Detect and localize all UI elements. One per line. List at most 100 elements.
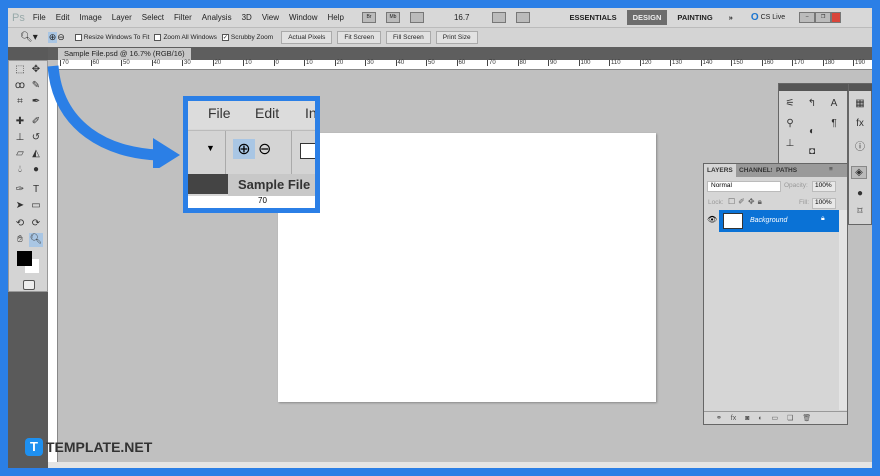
ruler-tick-label: 190 [853,60,866,66]
menu-filter[interactable]: Filter [174,13,192,22]
menu-help[interactable]: Help [327,13,343,22]
bridge-button[interactable]: Br [361,12,376,23]
ruler-tick-label: 60 [456,60,466,66]
workspace-design[interactable]: DESIGN [626,10,668,25]
zoom-tool-preset-icon[interactable]: 🔍︎▾ [20,32,38,43]
blur-tool-icon[interactable]: 💧︎ [13,163,27,177]
pen-tool-icon[interactable]: ✑ [13,183,27,197]
callout-menu-image: In [305,105,317,121]
minimize-button[interactable]: – [799,12,816,23]
foreground-color-overlay [17,251,32,266]
menu-select[interactable]: Select [142,13,164,22]
layer-row[interactable]: 👁︎ Background 🔒︎ [704,210,839,232]
actual-pixels-button[interactable]: Actual Pixels [281,31,333,44]
tab-channels[interactable]: CHANNELS [739,167,772,174]
blend-mode-select[interactable]: Normal [707,181,781,192]
ruler-tick-label: 90 [548,60,557,66]
zoom-out-icon[interactable]: ⊖ [57,32,65,43]
opacity-label: Opacity: [784,182,808,189]
more-workspaces-button[interactable]: » [723,10,739,25]
fill-label: Fill: [799,199,810,206]
hand-tool-icon[interactable]: ✋︎ [13,233,27,247]
shape-tool-icon[interactable]: ▭ [29,199,43,213]
panel-menu-icon[interactable]: ≡ [829,166,833,173]
callout-menu-file: File [208,105,231,121]
restore-button[interactable]: ❐ [815,12,832,23]
fit-screen-button[interactable]: Fit Screen [337,31,382,44]
tab-layers[interactable]: LAYERS [704,164,736,177]
scrubby-zoom-checkbox[interactable]: ✓ [221,34,229,41]
menu-3d[interactable]: 3D [242,13,252,22]
ruler-tick-label: 140 [700,60,713,66]
channels-icon[interactable]: ● [852,188,868,199]
type-tool-icon[interactable]: T [29,183,43,197]
3d-rotate-tool-icon[interactable]: ⟲ [13,217,27,231]
workspace-painting[interactable]: PAINTING [671,10,718,25]
lock-icons[interactable]: ☐✐✥🔒︎ [728,197,765,207]
mini-bridge-button[interactable]: Mb [385,12,400,23]
menu-analysis[interactable]: Analysis [202,13,232,22]
layer-thumbnail [723,213,743,229]
menu-layer[interactable]: Layer [112,13,132,22]
marquee-tool-icon[interactable]: ⬚ [13,63,27,77]
tool-presets-icon[interactable]: ⊥ [782,138,798,149]
paths-icon[interactable]: ⌑ [852,206,868,217]
menu-window[interactable]: Window [289,13,317,22]
navigator-icon[interactable]: ◐ [804,126,820,137]
view-extras-button[interactable] [409,12,424,23]
3d-orbit-tool-icon[interactable]: ⟳ [29,217,43,231]
menu-file[interactable]: File [33,13,46,22]
path-selection-tool-icon[interactable]: ➤ [13,199,27,213]
visibility-eye-icon[interactable]: 👁︎ [707,215,717,224]
eraser-tool-icon[interactable]: ▱ [13,147,27,161]
fill-screen-button[interactable]: Fill Screen [386,31,431,44]
resize-windows-checkbox[interactable] [74,34,82,41]
ruler-tick-label: 30 [365,60,374,66]
opacity-input[interactable]: 100% [812,181,836,192]
template-net-watermark: T TEMPLATE.NET [25,438,152,456]
ruler-tick-label: 70 [487,60,496,66]
lasso-tool-icon[interactable]: ꝏ [13,79,27,93]
layers-footer-icons[interactable]: ⚭ fx ◙ ◐ ▭ ❏ 🗑︎ [704,411,847,424]
zoom-tool-icon[interactable]: 🔍︎ [29,233,43,247]
masks-icon[interactable]: ◘ [804,146,820,157]
zoom-level-select[interactable]: 16.7 [454,13,470,22]
menu-view[interactable]: View [262,13,279,22]
crop-tool-icon[interactable]: ⌗ [13,95,27,109]
zoom-in-icon[interactable]: ⊕ [47,32,58,43]
ruler-tick-label: 110 [609,60,621,66]
styles-icon[interactable]: fx [852,118,868,129]
swatches-icon[interactable]: ▦ [852,98,868,109]
close-button[interactable] [831,12,842,23]
tab-paths[interactable]: PATHS [776,167,797,174]
cs-live-button[interactable]: CS Live [761,14,786,21]
layers-scrollbar[interactable] [839,210,847,410]
curved-arrow-icon [47,65,180,168]
zoom-all-windows-checkbox[interactable] [154,34,162,41]
fill-input[interactable]: 100% [812,198,836,209]
arrange-documents-button[interactable] [491,12,506,23]
document-canvas[interactable] [278,133,656,402]
ruler-tick-label: 120 [639,60,652,66]
brush-presets-icon[interactable]: ⚟ [782,98,798,109]
resize-windows-label: Resize Windows To Fit [83,34,150,41]
menu-image[interactable]: Image [80,13,102,22]
workspace-essentials[interactable]: ESSENTIALS [564,10,623,25]
healing-brush-tool-icon[interactable]: ✚ [13,115,27,129]
menu-edit[interactable]: Edit [56,13,70,22]
print-size-button[interactable]: Print Size [435,31,478,44]
character-icon[interactable]: A [826,98,842,109]
paragraph-icon[interactable]: ¶ [826,118,842,129]
info-icon[interactable]: ⓘ [852,138,868,153]
screen-mode-button[interactable] [515,12,530,23]
ruler-tick-label: 40 [395,60,405,66]
history-icon[interactable]: ↰ [804,98,820,109]
clone-source-icon[interactable]: ⚲ [782,118,798,129]
layers-panel: LAYERS CHANNELS PATHS ≡ Normal Opacity: … [703,163,848,425]
quick-mask-icon[interactable] [23,280,35,290]
ruler-tick-label: 160 [761,60,774,66]
callout-document-tab: Sample File [228,174,315,196]
clone-stamp-tool-icon[interactable]: ⊥ [13,131,27,145]
layers-panel-icon[interactable]: ◈ [851,166,867,179]
options-bar: 🔍︎▾ ⊕ ⊖ Resize Windows To Fit Zoom All W… [8,27,872,47]
